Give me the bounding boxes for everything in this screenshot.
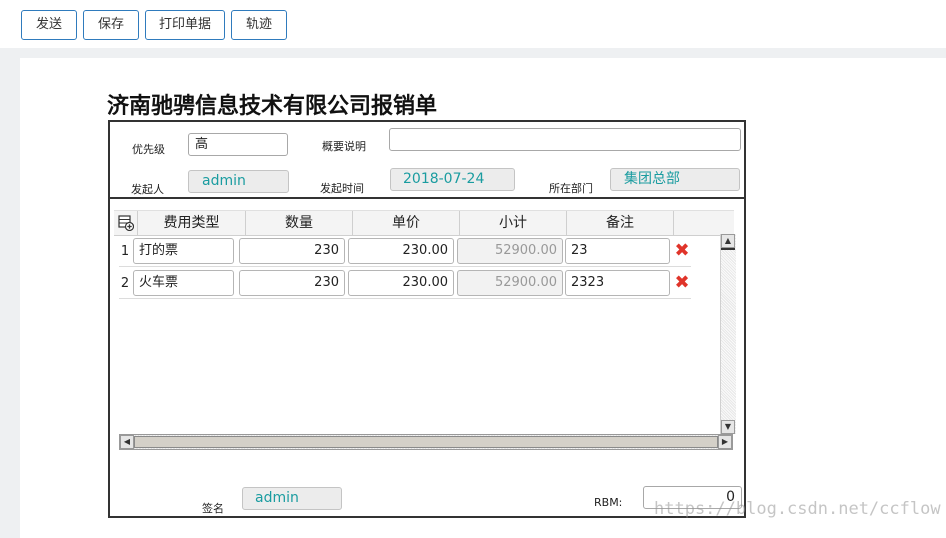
time-label: 发起时间 <box>320 182 364 195</box>
dept-label: 所在部门 <box>549 182 593 195</box>
send-button[interactable]: 发送 <box>21 10 77 40</box>
row-number: 2 <box>120 276 130 291</box>
scroll-thumb[interactable] <box>721 248 735 250</box>
header-divider <box>110 197 744 199</box>
price-input[interactable]: 230.00 <box>348 270 454 296</box>
page-title: 济南驰骋信息技术有限公司报销单 <box>107 94 438 119</box>
add-row-icon[interactable] <box>114 211 138 235</box>
summary-field[interactable] <box>389 128 741 151</box>
time-field: 2018-07-24 <box>390 168 515 191</box>
scroll-left-icon[interactable]: ◀ <box>120 435 134 449</box>
track-button[interactable]: 轨迹 <box>231 10 287 40</box>
expense-type-input[interactable]: 打的票 <box>133 238 234 264</box>
quantity-input[interactable]: 230 <box>239 270 345 296</box>
delete-row-icon[interactable]: ✖ <box>674 274 690 292</box>
price-input[interactable]: 230.00 <box>348 238 454 264</box>
initiator-field: admin <box>188 170 289 193</box>
horizontal-scrollbar[interactable]: ◀ ▶ <box>119 434 733 450</box>
row-divider <box>119 266 691 267</box>
scroll-up-icon[interactable]: ▲ <box>721 234 735 248</box>
scroll-down-icon[interactable]: ▼ <box>721 420 735 434</box>
watermark: https://blog.csdn.net/ccflow <box>654 499 941 519</box>
column-header-qty: 数量 <box>246 211 353 235</box>
sign-field: admin <box>242 487 342 510</box>
toolbar: 发送 保存 打印单据 轨迹 <box>0 0 946 48</box>
print-button[interactable]: 打印单据 <box>145 10 225 40</box>
priority-field[interactable]: 高 <box>188 133 288 156</box>
column-header-price: 单价 <box>353 211 460 235</box>
subtotal-field: 52900.00 <box>457 238 563 264</box>
rbm-label: RBM: <box>594 496 623 509</box>
sign-label: 签名 <box>202 502 224 515</box>
summary-label: 概要说明 <box>322 140 366 153</box>
column-header-note: 备注 <box>567 211 674 235</box>
column-header-subtotal: 小计 <box>460 211 567 235</box>
initiator-label: 发起人 <box>131 183 164 196</box>
column-header-type: 费用类型 <box>138 211 246 235</box>
priority-label: 优先级 <box>132 143 165 156</box>
quantity-input[interactable]: 230 <box>239 238 345 264</box>
expense-type-input[interactable]: 火车票 <box>133 270 234 296</box>
grid-header: 费用类型 数量 单价 小计 备注 <box>114 210 734 236</box>
save-button[interactable]: 保存 <box>83 10 139 40</box>
delete-row-icon[interactable]: ✖ <box>674 242 690 260</box>
note-input[interactable]: 23 <box>565 238 670 264</box>
note-input[interactable]: 2323 <box>565 270 670 296</box>
scroll-right-icon[interactable]: ▶ <box>718 435 732 449</box>
dept-field: 集团总部 <box>610 168 740 191</box>
row-number: 1 <box>120 244 130 259</box>
row-divider <box>119 298 691 299</box>
vertical-scrollbar[interactable]: ▲ ▼ <box>720 234 736 434</box>
horizontal-scroll-thumb[interactable] <box>134 436 718 448</box>
subtotal-field: 52900.00 <box>457 270 563 296</box>
